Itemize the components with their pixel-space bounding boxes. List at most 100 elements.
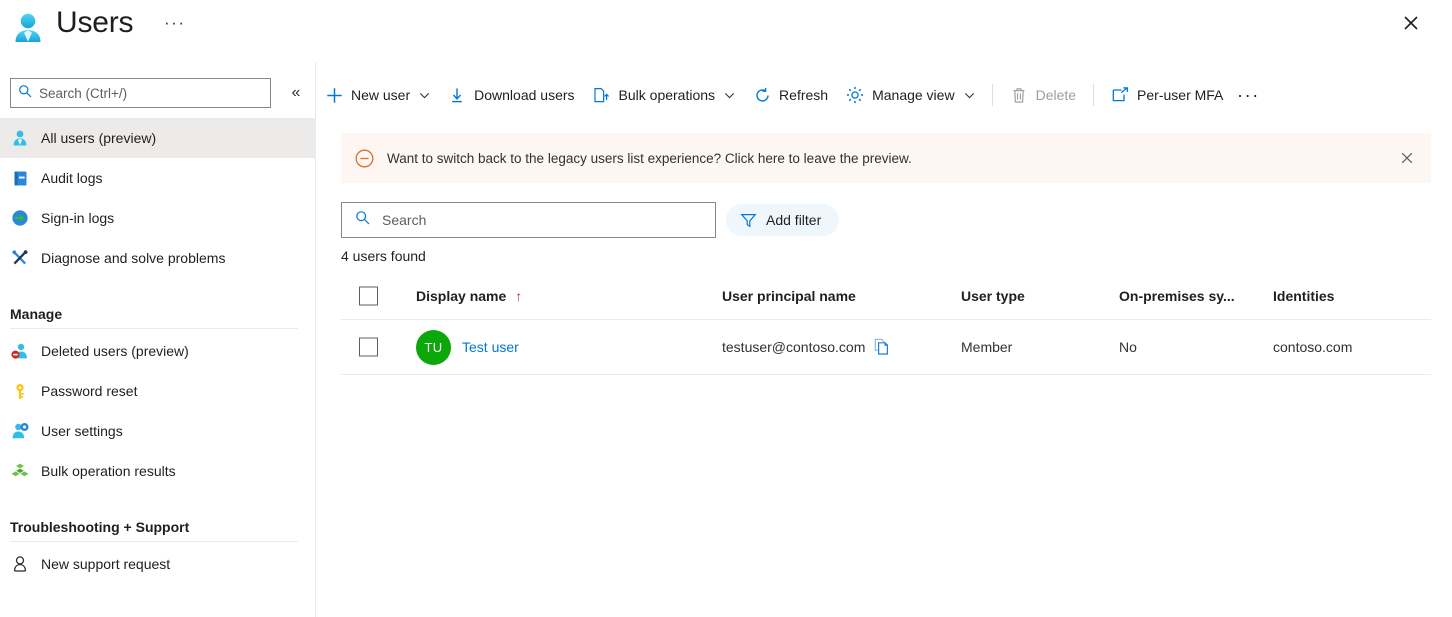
per-user-mfa-label: Per-user MFA (1137, 87, 1224, 103)
bulk-operations-button[interactable]: Bulk operations (584, 78, 745, 112)
sidebar-item-password-reset[interactable]: Password reset (0, 371, 316, 411)
sidebar-item-label: Audit logs (41, 170, 103, 186)
cell-user-type: Member (961, 339, 1013, 355)
table-search-box[interactable] (341, 202, 716, 238)
plus-icon (325, 86, 343, 104)
command-bar: New user Download users Bulk operations … (316, 73, 1452, 117)
users-table: Display name ↑ User principal name User … (341, 272, 1431, 375)
sort-ascending-icon: ↑ (515, 287, 523, 304)
cell-display-name: TU Test user (416, 320, 519, 374)
refresh-icon (753, 86, 771, 104)
sidebar-divider (10, 328, 298, 329)
table-search-input[interactable] (382, 212, 682, 228)
column-header-display-name[interactable]: Display name ↑ (416, 272, 522, 319)
user-display-name-link[interactable]: Test user (462, 339, 519, 355)
chevron-down-icon (419, 90, 430, 101)
gear-icon (846, 86, 864, 104)
sidebar-item-sign-in-logs[interactable]: Sign-in logs (0, 198, 316, 238)
column-header-label: Display name (416, 287, 507, 304)
select-all-checkbox[interactable] (359, 286, 378, 305)
sidebar: « All users (preview) (0, 62, 316, 617)
sidebar-item-label: Bulk operation results (41, 463, 176, 479)
column-header-on-premises[interactable]: On-premises sy... (1119, 272, 1235, 319)
sidebar-group-title-manage: Manage (10, 306, 63, 322)
sidebar-item-audit-logs[interactable]: Audit logs (0, 158, 316, 198)
table-row[interactable]: TU Test user testuser@contoso.com Member… (341, 320, 1431, 375)
sidebar-item-bulk-operation-results[interactable]: Bulk operation results (0, 451, 316, 491)
download-users-button[interactable]: Download users (439, 78, 583, 112)
cell-user-principal-name: testuser@contoso.com (722, 320, 891, 374)
sidebar-collapse-button[interactable]: « (286, 82, 306, 104)
add-filter-label: Add filter (766, 212, 822, 228)
sidebar-item-label: User settings (41, 423, 123, 439)
wrench-screwdriver-icon (10, 248, 30, 268)
column-header-user-principal-name[interactable]: User principal name (722, 272, 856, 319)
manage-view-button[interactable]: Manage view (837, 78, 984, 112)
new-user-label: New user (351, 87, 411, 103)
cell-on-premises: No (1119, 339, 1137, 355)
page-title-more-button[interactable]: ··· (160, 9, 189, 37)
sidebar-search-box[interactable] (10, 78, 271, 108)
external-link-icon (1111, 86, 1129, 104)
user-principal-name-text: testuser@contoso.com (722, 339, 866, 355)
sidebar-item-label: Deleted users (preview) (41, 343, 189, 359)
sidebar-divider (10, 541, 298, 542)
chevron-down-icon (964, 90, 975, 101)
chevron-down-icon (724, 90, 735, 101)
column-header-user-type[interactable]: User type (961, 272, 1025, 319)
user-gear-icon (10, 421, 30, 441)
banner-dismiss-icon[interactable] (1399, 150, 1415, 166)
delete-button[interactable]: Delete (1001, 78, 1085, 112)
sidebar-item-label: Sign-in logs (41, 210, 115, 226)
sidebar-item-user-settings[interactable]: User settings (0, 411, 316, 451)
key-icon (10, 381, 30, 401)
add-filter-button[interactable]: Add filter (726, 204, 840, 236)
manage-view-label: Manage view (872, 87, 955, 103)
sidebar-item-label: All users (preview) (41, 130, 157, 146)
sidebar-item-all-users[interactable]: All users (preview) (0, 118, 316, 158)
sidebar-group-title-troubleshooting: Troubleshooting + Support (10, 519, 190, 535)
toolbar-divider (1093, 84, 1095, 106)
funnel-icon (740, 212, 757, 229)
delete-label: Delete (1035, 87, 1077, 103)
sidebar-item-new-support-request[interactable]: New support request (0, 544, 316, 584)
sidebar-item-deleted-users[interactable]: Deleted users (preview) (0, 331, 316, 371)
sidebar-item-label: Diagnose and solve problems (41, 250, 226, 266)
copy-icon[interactable] (874, 338, 891, 356)
new-user-button[interactable]: New user (316, 78, 439, 112)
main-content: New user Download users Bulk operations … (316, 62, 1452, 617)
cubes-icon (10, 461, 30, 481)
user-icon (10, 128, 30, 148)
filter-row: Add filter (341, 202, 1431, 238)
column-header-identities[interactable]: Identities (1273, 272, 1334, 319)
sidebar-item-label: Password reset (41, 383, 138, 399)
refresh-label: Refresh (779, 87, 829, 103)
sidebar-search-row: « (0, 78, 316, 108)
table-header-row: Display name ↑ User principal name User … (341, 272, 1431, 320)
support-person-icon (10, 554, 30, 574)
bulk-operations-label: Bulk operations (618, 87, 716, 103)
results-count: 4 users found (341, 248, 426, 264)
page-title: Users (56, 6, 134, 39)
per-user-mfa-button[interactable]: Per-user MFA (1102, 78, 1232, 112)
row-select-checkbox[interactable] (359, 337, 378, 357)
cell-identities: contoso.com (1273, 339, 1353, 355)
bulk-upload-icon (593, 86, 611, 104)
close-icon[interactable] (1398, 10, 1424, 36)
sidebar-item-diagnose[interactable]: Diagnose and solve problems (0, 238, 316, 278)
search-icon (355, 210, 370, 230)
sidebar-item-label: New support request (41, 556, 171, 572)
sidebar-search-input[interactable] (39, 85, 244, 101)
download-icon (448, 86, 466, 104)
trash-icon (1010, 86, 1028, 104)
download-users-label: Download users (474, 87, 575, 103)
user-avatar-icon (10, 10, 46, 46)
book-icon (10, 168, 30, 188)
preview-banner[interactable]: Want to switch back to the legacy users … (341, 133, 1431, 183)
preview-banner-text: Want to switch back to the legacy users … (387, 150, 912, 166)
toolbar-overflow-button[interactable]: ··· (1232, 78, 1264, 112)
avatar: TU (416, 329, 451, 365)
refresh-button[interactable]: Refresh (744, 78, 837, 112)
